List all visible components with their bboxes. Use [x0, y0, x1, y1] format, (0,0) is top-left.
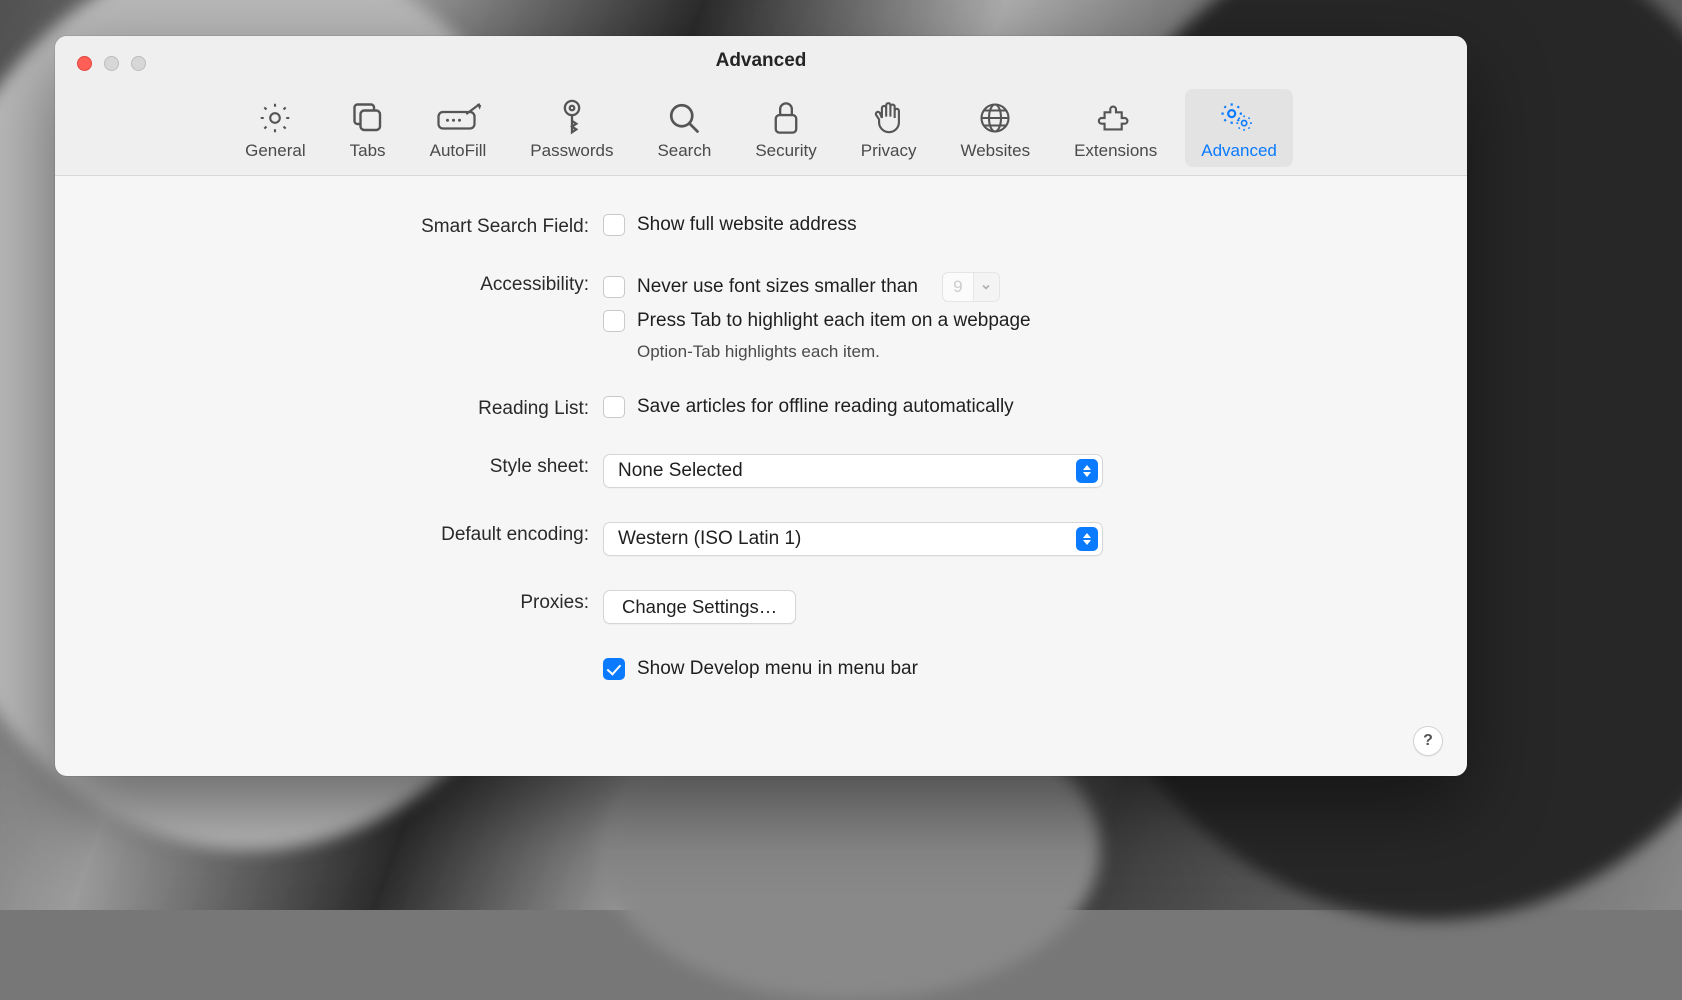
- preferences-window: Advanced General Tabs AutoFill: [55, 36, 1467, 776]
- window-title: Advanced: [55, 50, 1467, 72]
- key-icon: [557, 97, 587, 139]
- change-settings-label: Change Settings…: [622, 596, 777, 618]
- select-handle-icon: [1076, 527, 1098, 551]
- tab-autofill[interactable]: AutoFill: [414, 89, 503, 167]
- tab-security[interactable]: Security: [739, 89, 832, 167]
- style-sheet-value: None Selected: [618, 460, 743, 482]
- show-full-address-label: Show full website address: [637, 214, 857, 236]
- help-button[interactable]: ?: [1413, 726, 1443, 756]
- tab-label: Extensions: [1074, 141, 1157, 161]
- tab-label: Security: [755, 141, 816, 161]
- default-encoding-label: Default encoding:: [95, 522, 603, 546]
- accessibility-label: Accessibility:: [95, 272, 603, 296]
- tab-tabs[interactable]: Tabs: [334, 89, 402, 167]
- tab-passwords[interactable]: Passwords: [514, 89, 629, 167]
- lock-icon: [771, 97, 801, 139]
- tab-websites[interactable]: Websites: [944, 89, 1046, 167]
- tab-privacy[interactable]: Privacy: [845, 89, 933, 167]
- default-encoding-select[interactable]: Western (ISO Latin 1): [603, 522, 1103, 556]
- gear-icon: [257, 97, 293, 139]
- tab-label: AutoFill: [430, 141, 487, 161]
- show-develop-checkbox[interactable]: [603, 658, 625, 680]
- save-offline-label: Save articles for offline reading automa…: [637, 396, 1014, 418]
- tab-extensions[interactable]: Extensions: [1058, 89, 1173, 167]
- tab-search[interactable]: Search: [641, 89, 727, 167]
- tab-advanced[interactable]: Advanced: [1185, 89, 1293, 167]
- tab-label: Advanced: [1201, 141, 1277, 161]
- puzzle-icon: [1096, 97, 1136, 139]
- globe-icon: [977, 97, 1013, 139]
- titlebar: Advanced General Tabs AutoFill: [55, 36, 1467, 176]
- press-tab-label: Press Tab to highlight each item on a we…: [637, 310, 1031, 332]
- tab-label: Privacy: [861, 141, 917, 161]
- default-encoding-value: Western (ISO Latin 1): [618, 528, 801, 550]
- select-handle-icon: [1076, 459, 1098, 483]
- smart-search-label: Smart Search Field:: [95, 214, 603, 238]
- style-sheet-label: Style sheet:: [95, 454, 603, 478]
- tab-label: General: [245, 141, 305, 161]
- show-full-address-checkbox[interactable]: [603, 214, 625, 236]
- preferences-toolbar: General Tabs AutoFill Passwords: [55, 89, 1467, 167]
- tab-label: Tabs: [350, 141, 386, 161]
- autofill-icon: [434, 97, 482, 139]
- change-settings-button[interactable]: Change Settings…: [603, 590, 796, 624]
- tab-label: Passwords: [530, 141, 613, 161]
- search-icon: [666, 97, 702, 139]
- advanced-pane: Smart Search Field: Show full website ad…: [55, 176, 1467, 680]
- min-font-value: 9: [943, 277, 973, 297]
- min-font-stepper[interactable]: 9: [942, 272, 1000, 302]
- help-glyph: ?: [1423, 732, 1433, 750]
- chevron-down-icon[interactable]: [973, 273, 999, 301]
- show-develop-label: Show Develop menu in menu bar: [637, 658, 918, 680]
- style-sheet-select[interactable]: None Selected: [603, 454, 1103, 488]
- tabs-icon: [350, 97, 386, 139]
- double-gear-icon: [1217, 97, 1261, 139]
- option-tab-hint: Option-Tab highlights each item.: [637, 342, 1427, 362]
- min-font-checkbox[interactable]: [603, 276, 625, 298]
- min-font-label: Never use font sizes smaller than: [637, 276, 918, 298]
- save-offline-checkbox[interactable]: [603, 396, 625, 418]
- hand-icon: [872, 97, 906, 139]
- tab-label: Search: [657, 141, 711, 161]
- press-tab-checkbox[interactable]: [603, 310, 625, 332]
- tab-general[interactable]: General: [229, 89, 321, 167]
- tab-label: Websites: [960, 141, 1030, 161]
- proxies-label: Proxies:: [95, 590, 603, 614]
- reading-list-label: Reading List:: [95, 396, 603, 420]
